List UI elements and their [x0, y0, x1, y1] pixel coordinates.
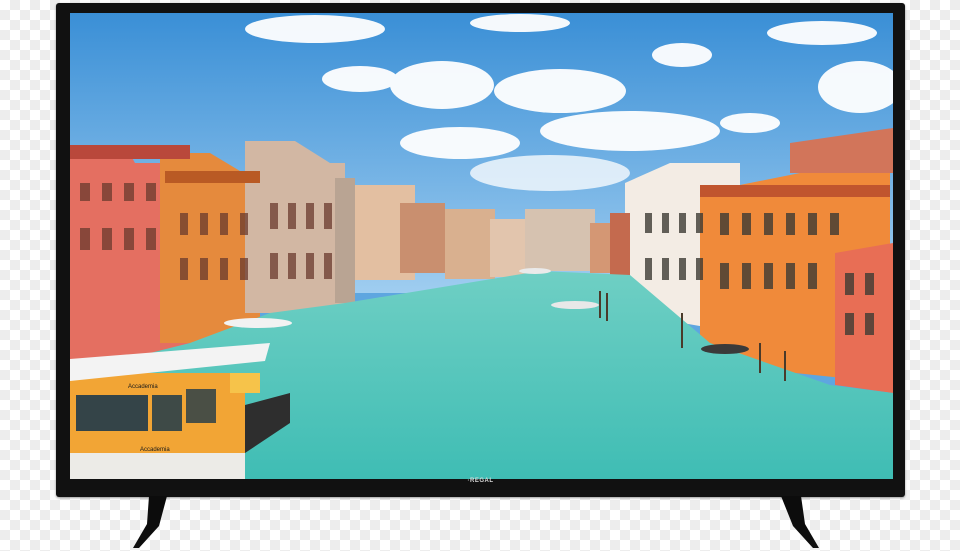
television: Accademia Accademia ·REGAL — [56, 3, 905, 497]
tv-stand-foot-left — [133, 496, 167, 548]
boat-sign-upper: Accademia — [128, 384, 158, 390]
brand-logo: ·REGAL — [467, 478, 494, 484]
boat-sign-lower: Accademia — [140, 447, 170, 453]
tv-stand-foot-right — [781, 496, 819, 548]
tv-screen: Accademia Accademia — [70, 13, 893, 479]
screen-image: Accademia Accademia — [70, 13, 893, 479]
